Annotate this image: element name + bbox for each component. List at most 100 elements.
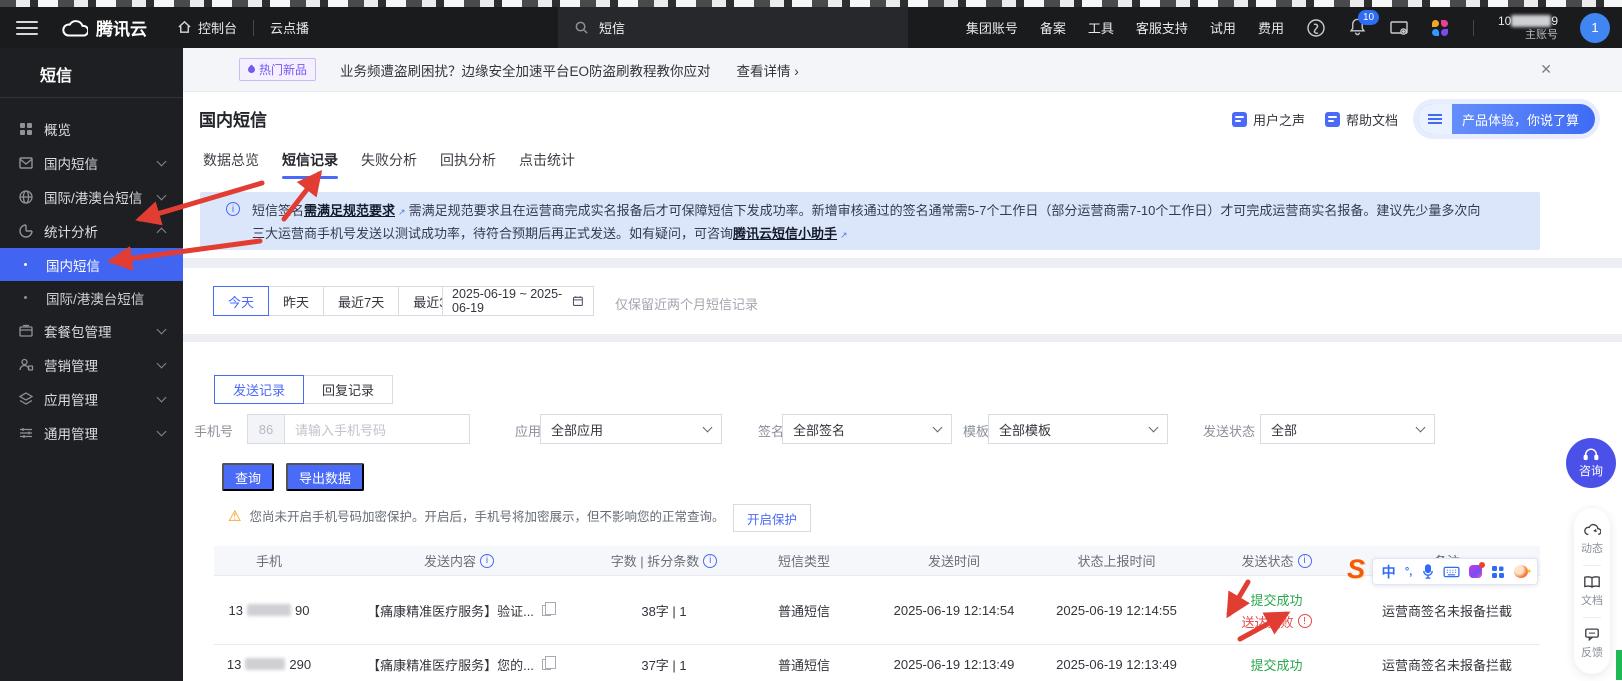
banner-close-icon[interactable]: ✕ xyxy=(1540,61,1552,78)
topbar-divider xyxy=(1473,20,1474,36)
cell-remark: 运营商签名未报备拦截 xyxy=(1354,655,1540,674)
avatar[interactable]: 1 xyxy=(1580,13,1610,43)
tab-data-overview[interactable]: 数据总览 xyxy=(203,150,259,179)
tool-dynamics[interactable]: 动态 xyxy=(1581,523,1603,556)
date-option-yesterday[interactable]: 昨天 xyxy=(268,286,324,316)
enable-protection-button[interactable]: 开启保护 xyxy=(733,504,811,532)
sidebar-subitem-intl-sms-stats[interactable]: 国际/港澳台短信 xyxy=(0,281,183,314)
menu-trial[interactable]: 试用 xyxy=(1210,18,1236,37)
pie-chart-icon xyxy=(18,223,34,239)
country-code-box: 86 xyxy=(247,414,285,444)
copy-icon[interactable] xyxy=(542,605,551,616)
colorful-apps-icon[interactable] xyxy=(1431,19,1449,37)
tab-failure-analysis[interactable]: 失败分析 xyxy=(361,150,417,179)
divider xyxy=(1583,565,1601,566)
ime-toolbar[interactable]: S 中 °, ✦ xyxy=(1372,558,1538,585)
query-button[interactable]: 查询 xyxy=(222,463,274,491)
ime-punctuation-toggle[interactable]: °, xyxy=(1405,566,1412,578)
microphone-icon[interactable] xyxy=(1422,564,1434,579)
records-card: 发送记录 回复记录 手机号 86 请输入手机号码 应用 全部应用 签名 全部签名… xyxy=(183,342,1622,681)
sogou-logo[interactable]: S xyxy=(1347,554,1365,585)
menu-billing[interactable]: 费用 xyxy=(1258,18,1284,37)
cell-content: 【痛康精准医疗服务】验证... xyxy=(324,601,594,620)
sms-assistant-link[interactable]: 腾讯云短信小助手 xyxy=(733,226,837,241)
tab-click-stats[interactable]: 点击统计 xyxy=(519,150,575,179)
search-icon xyxy=(574,20,589,35)
info-icon[interactable]: i xyxy=(1298,554,1312,568)
user-voice-link[interactable]: 用户之声 xyxy=(1232,110,1305,129)
tencent-cloud-sms-console: 腾讯云 控制台 云点播 短信 集团账号 备案 工具 客服支持 试用 费用 10 xyxy=(0,0,1622,681)
tool-feedback[interactable]: 反馈 xyxy=(1581,627,1603,660)
app-select[interactable]: 全部应用 xyxy=(540,414,722,444)
tool-docs[interactable]: 文档 xyxy=(1581,575,1603,608)
filter-row: 手机号 86 请输入手机号码 应用 全部应用 签名 全部签名 模板 全部模板 发… xyxy=(183,414,1622,444)
col-content: 发送内容i xyxy=(324,551,594,570)
layers-icon xyxy=(18,391,34,407)
console-link[interactable]: 控制台 xyxy=(177,18,237,37)
chevron-down-icon xyxy=(157,359,167,369)
banner-detail-link[interactable]: 查看详情 › xyxy=(737,60,799,80)
chevron-down-icon xyxy=(157,157,167,167)
tab-receipt-analysis[interactable]: 回执分析 xyxy=(440,150,496,179)
screenshot-green-artifact xyxy=(1616,650,1622,680)
date-option-today[interactable]: 今天 xyxy=(213,286,269,316)
hamburger-menu-icon[interactable] xyxy=(16,21,38,35)
ime-skin-icon[interactable] xyxy=(1469,565,1482,578)
consult-button[interactable]: 咨询 xyxy=(1566,438,1616,488)
keyboard-icon[interactable] xyxy=(1443,566,1460,578)
sidebar-item-intl-sms[interactable]: 国际/港澳台短信 xyxy=(0,180,183,214)
experience-doc-icon xyxy=(1418,104,1452,134)
menu-tools[interactable]: 工具 xyxy=(1088,18,1114,37)
date-range-picker[interactable]: 2025-06-19 ~ 2025-06-19 xyxy=(442,286,594,316)
menu-group-account[interactable]: 集团账号 xyxy=(966,18,1018,37)
calendar-icon xyxy=(572,294,584,308)
error-info-icon[interactable]: ! xyxy=(1298,614,1312,628)
console-settings-icon[interactable] xyxy=(1389,19,1409,37)
sidebar-item-domestic-sms[interactable]: 国内短信 xyxy=(0,146,183,180)
search-value: 短信 xyxy=(599,18,625,37)
topbar-search[interactable]: 短信 xyxy=(558,7,908,48)
sidebar-subitem-domestic-sms-stats[interactable]: 国内短信 xyxy=(0,248,183,281)
tab-reply-records[interactable]: 回复记录 xyxy=(303,375,393,404)
info-icon[interactable]: i xyxy=(703,554,717,568)
product-experience-button[interactable]: 产品体验，你说了算 xyxy=(1418,104,1595,134)
sidebar-item-statistics[interactable]: 统计分析 xyxy=(0,214,183,248)
menu-icp[interactable]: 备案 xyxy=(1040,18,1066,37)
date-option-7days[interactable]: 最近7天 xyxy=(323,286,399,316)
sidebar-menu: 概览 国内短信 国际/港澳台短信 统计分析 国内短信 xyxy=(0,112,183,450)
menu-support[interactable]: 客服支持 xyxy=(1136,18,1188,37)
tab-send-records[interactable]: 发送记录 xyxy=(214,375,304,404)
sign-select[interactable]: 全部签名 xyxy=(782,414,952,444)
export-button[interactable]: 导出数据 xyxy=(286,463,364,491)
product-tab-vod[interactable]: 云点播 xyxy=(270,18,309,37)
ime-emoji-icon[interactable]: ✦ xyxy=(1514,565,1528,578)
sidebar-item-package-mgmt[interactable]: 套餐包管理 xyxy=(0,314,183,348)
sidebar-item-marketing-mgmt[interactable]: 营销管理 xyxy=(0,348,183,382)
info-icon[interactable]: i xyxy=(480,554,494,568)
copy-icon[interactable] xyxy=(542,659,551,670)
notifications[interactable]: 10 xyxy=(1348,17,1367,39)
ime-grid-menu-icon[interactable] xyxy=(1491,565,1505,579)
sidebar-item-app-mgmt[interactable]: 应用管理 xyxy=(0,382,183,416)
notice-text: 短信签名需满足规范要求↗需满足规范要求且在运营商完成实名报备后才可保障短信下发成… xyxy=(252,192,1492,250)
topbar: 腾讯云 控制台 云点播 短信 集团账号 备案 工具 客服支持 试用 费用 10 xyxy=(0,7,1622,48)
phone-input[interactable]: 请输入手机号码 xyxy=(284,414,470,444)
ime-language-toggle[interactable]: 中 xyxy=(1382,562,1396,582)
sidebar-item-general-mgmt[interactable]: 通用管理 xyxy=(0,416,183,450)
account-info[interactable]: 109 主账号 xyxy=(1498,14,1558,42)
sidebar-item-overview[interactable]: 概览 xyxy=(0,112,183,146)
main-content: 热门新品 业务频遭盗刷困扰？边缘安全加速平台EO防盗刷教程教你应对 查看详情 ›… xyxy=(183,48,1622,681)
tencent-cloud-logo[interactable]: 腾讯云 xyxy=(60,15,147,40)
cloud-logo-icon xyxy=(60,18,88,38)
help-doc-link[interactable]: 帮助文档 xyxy=(1325,110,1398,129)
template-select[interactable]: 全部模板 xyxy=(988,414,1168,444)
privacy-warning: ⚠ 您尚未开启手机号码加密保护。开启后，手机号将加密展示，但不影响您的正常查询。 xyxy=(228,506,724,525)
ticket-icon[interactable] xyxy=(1306,18,1326,38)
send-status-select[interactable]: 全部 xyxy=(1260,414,1435,444)
cell-status: 提交成功 送达失败! xyxy=(1199,590,1354,631)
spec-requirement-link[interactable]: 需满足规范要求 xyxy=(304,203,395,218)
tab-sms-records[interactable]: 短信记录 xyxy=(282,150,338,179)
cell-type: 普通短信 xyxy=(734,655,874,674)
cell-send-time: 2025-06-19 12:14:54 xyxy=(874,603,1034,618)
headset-icon xyxy=(1583,448,1599,461)
